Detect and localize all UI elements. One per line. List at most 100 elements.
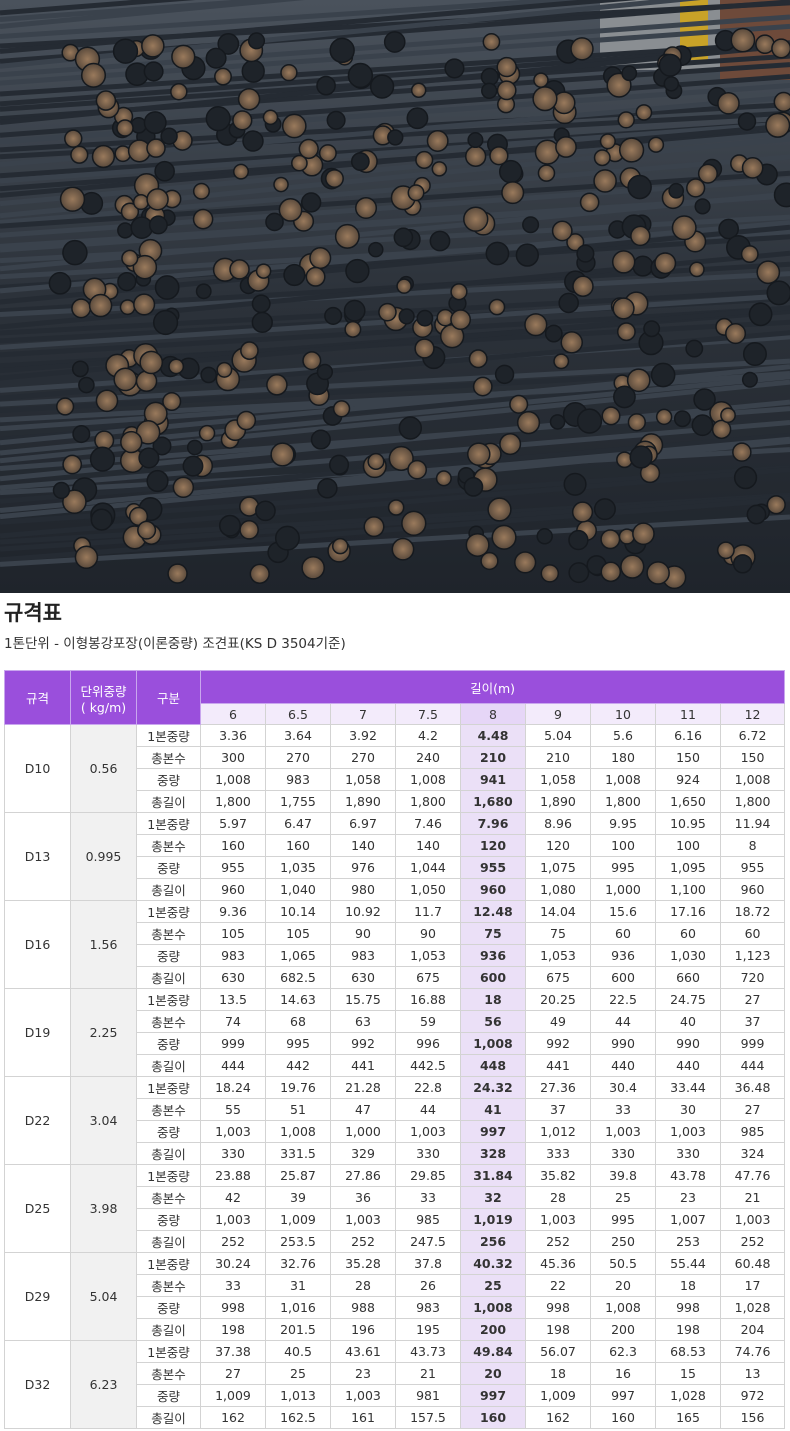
rebar-end [558,292,579,314]
value-cell: 157.5 [395,1406,461,1429]
rebar-end [655,408,673,426]
unit-weight-cell: 0.995 [70,812,137,901]
rebar-end [130,216,154,240]
rebar-end [617,111,635,129]
rebar-end [141,34,165,58]
rebar-end [265,212,284,232]
rebar-end [468,349,488,369]
value-cell: 198 [200,1318,266,1341]
rebar-end [621,65,638,82]
rebar-end [240,341,259,360]
rebar-end [301,555,326,580]
rebar-end [70,145,89,164]
value-cell: 28 [525,1186,591,1209]
rebar-end [647,136,665,153]
value-cell: 976 [330,856,396,879]
value-cell: 1,755 [265,790,331,813]
category-cell: 총본수 [136,746,201,769]
value-cell: 996 [395,1032,461,1055]
rebar-end [600,561,622,583]
value-cell: 441 [525,1054,591,1077]
value-cell: 3.92 [330,724,396,747]
header-length-1: 6.5 [265,703,331,725]
value-cell: 90 [395,922,461,945]
value-cell: 1,008 [395,768,461,791]
rebar-end [154,160,175,182]
value-cell: 1,013 [265,1384,331,1407]
rebar-end [347,62,374,89]
value-cell: 29.85 [395,1164,461,1187]
rebar-end [121,249,139,267]
rebar-end [62,454,83,475]
spec-cell: D32 [4,1340,71,1429]
category-cell: 1본중량 [136,1164,201,1187]
value-cell: 75 [525,922,591,945]
value-cell: 43.61 [330,1340,396,1363]
rebar-end [367,452,385,471]
unit-weight-cell: 2.25 [70,988,137,1077]
rebar-end [249,563,270,584]
rebar-end [488,298,506,316]
rebar-end [334,223,360,249]
value-cell: 1,003 [719,1208,786,1231]
value-cell: 160 [590,1406,656,1429]
header-length-2: 7 [330,703,396,725]
rebar-end [345,258,370,284]
rebar-end [693,388,716,411]
rebar-end [216,361,233,378]
rebar-end [716,541,735,560]
rebar-end [318,144,337,163]
rebar-end [139,350,164,375]
value-cell: 1,075 [525,856,591,879]
rebar-end [387,129,404,146]
category-cell: 1본중량 [136,988,201,1011]
value-cell: 16 [590,1362,656,1385]
value-cell: 42 [200,1186,266,1209]
value-cell: 27 [719,1098,786,1121]
value-cell: 1,800 [719,790,786,813]
value-cell: 210 [460,746,526,769]
value-cell: 998 [200,1296,266,1319]
rebar-end [186,439,203,456]
rebar-end [71,360,89,378]
value-cell: 10.95 [655,812,721,835]
value-cell: 204 [719,1318,786,1341]
rebar-end [195,283,212,300]
header-length-3: 7.5 [395,703,461,725]
value-cell: 27.86 [330,1164,396,1187]
value-cell: 120 [460,834,526,857]
rebar-end [429,230,451,252]
value-cell: 1,000 [590,878,656,901]
rebar-end [732,554,753,574]
value-cell: 24.32 [460,1076,526,1099]
category-cell: 총본수 [136,1362,201,1385]
value-cell: 960 [200,878,266,901]
value-cell: 18 [655,1274,721,1297]
rebar-end [214,67,232,86]
category-cell: 총본수 [136,1010,201,1033]
value-cell: 200 [590,1318,656,1341]
value-cell: 196 [330,1318,396,1341]
rebar-end [143,111,167,135]
value-cell: 40.32 [460,1252,526,1275]
category-cell: 총길이 [136,1054,201,1077]
value-cell: 630 [330,966,396,989]
rebar-end [329,37,355,64]
value-cell: 60 [590,922,656,945]
value-cell: 162 [200,1406,266,1429]
rebar-end [650,362,676,388]
value-cell: 9.95 [590,812,656,835]
value-cell: 995 [265,1032,331,1055]
value-cell: 985 [719,1120,786,1143]
value-cell: 1,003 [200,1120,266,1143]
value-cell: 983 [330,944,396,967]
rebar-end [241,59,265,83]
rebar-end [283,263,306,287]
value-cell: 27 [200,1362,266,1385]
hero-image-rebar-stack [0,0,790,593]
value-cell: 997 [460,1384,526,1407]
value-cell: 6.16 [655,724,721,747]
value-cell: 7.46 [395,812,461,835]
value-cell: 1,008 [265,1120,331,1143]
value-cell: 1,080 [525,878,591,901]
